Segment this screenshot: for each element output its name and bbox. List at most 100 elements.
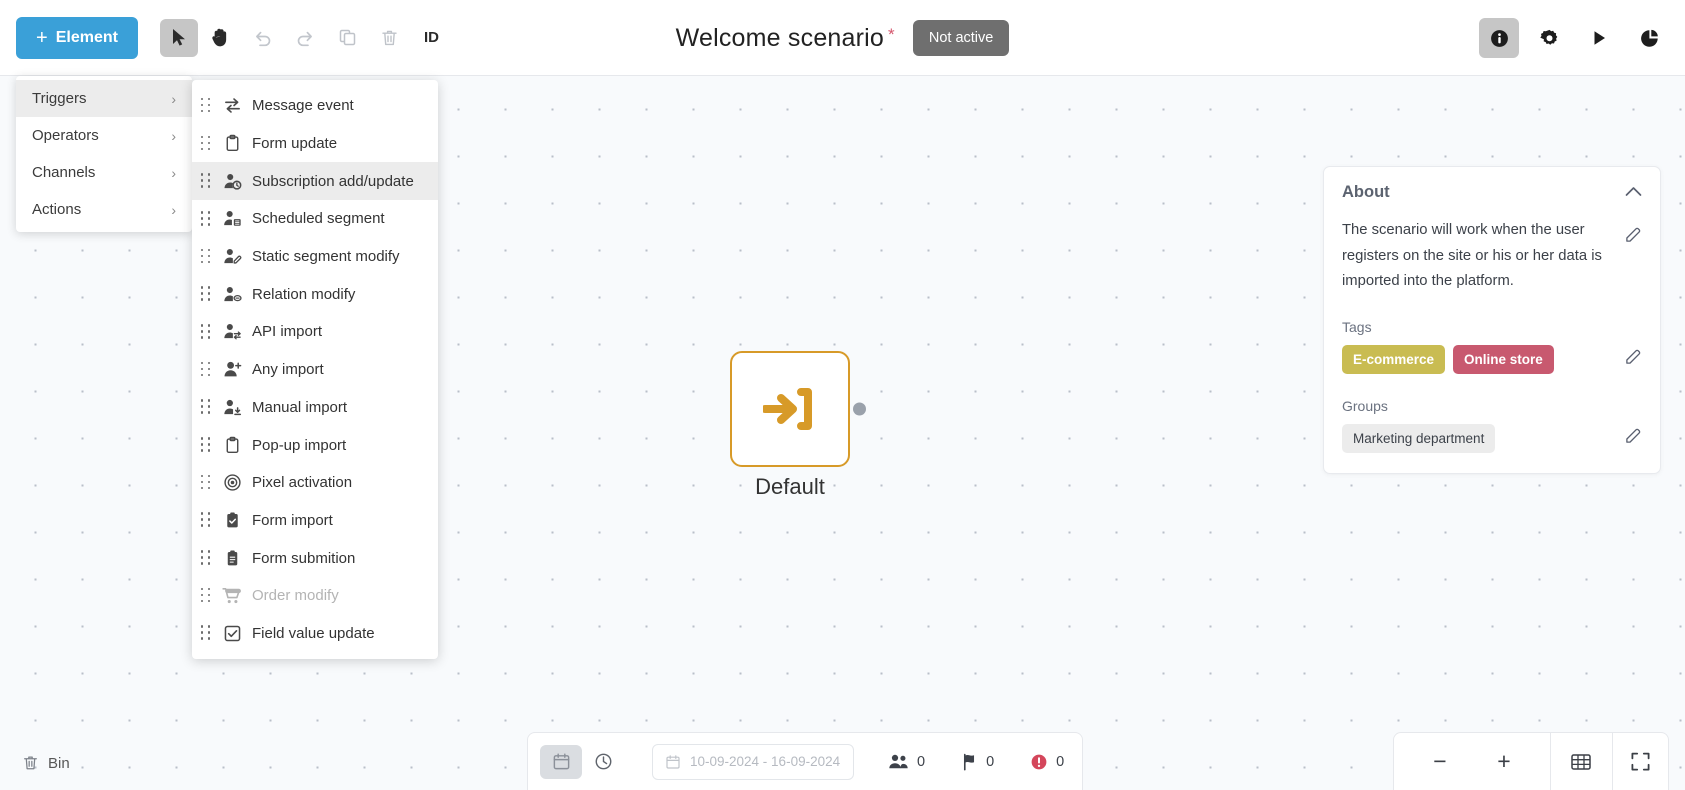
submenu-item-label: Relation modify (252, 285, 356, 303)
id-button[interactable]: ID (424, 29, 439, 46)
target-icon (222, 473, 242, 493)
tags-list: E-commerce Online store (1342, 344, 1642, 374)
about-header: About (1342, 183, 1642, 202)
submenu-item-form-import[interactable]: Form import (192, 502, 438, 540)
bin-drop-target[interactable]: Bin (22, 754, 70, 772)
pie-chart-icon (1640, 29, 1658, 47)
calendar-icon (666, 754, 680, 769)
flag-icon (964, 753, 975, 770)
submenu-item-popup-import[interactable]: Pop-up import (192, 426, 438, 464)
edit-groups-button[interactable] (1625, 427, 1642, 449)
submenu-item-manual-import[interactable]: Manual import (192, 389, 438, 427)
play-icon (1594, 31, 1605, 45)
pan-tool[interactable] (202, 19, 240, 57)
zoom-out-label: − (1433, 748, 1447, 774)
submenu-item-label: API import (252, 323, 323, 341)
tags-label: Tags (1342, 318, 1372, 335)
drag-handle-icon[interactable] (200, 512, 212, 528)
fullscreen-icon (1631, 752, 1650, 771)
submenu-item-api-import[interactable]: API import (192, 313, 438, 351)
menu-item-label: Channels (32, 164, 96, 181)
grid-toggle-button[interactable] (1551, 733, 1613, 790)
drag-handle-icon[interactable] (200, 437, 212, 453)
edit-description-button[interactable] (1625, 226, 1642, 253)
drag-handle-icon[interactable] (200, 210, 212, 227)
menu-item-triggers[interactable]: Triggers › (16, 80, 192, 117)
node-output-port[interactable] (853, 402, 866, 416)
goals-counter: 0 (943, 753, 1012, 771)
clipboard-icon (222, 435, 242, 455)
tag-chip[interactable]: E-commerce (1342, 344, 1446, 374)
copy-icon (339, 29, 355, 46)
grid-icon (1571, 753, 1592, 770)
menu-item-operators[interactable]: Operators › (16, 117, 192, 154)
submenu-item-scheduled-segment[interactable]: Scheduled segment (192, 200, 438, 238)
checkbox-icon (222, 623, 242, 643)
submenu-item-label: Pixel activation (252, 474, 353, 492)
menu-item-channels[interactable]: Channels › (16, 154, 192, 191)
exchange-arrows-icon (222, 96, 242, 116)
about-panel: About The scenario will work when the us… (1323, 166, 1661, 474)
redo-icon (297, 31, 312, 46)
about-description: The scenario will work when the user reg… (1342, 222, 1602, 289)
menu-item-actions[interactable]: Actions › (16, 191, 192, 228)
zoom-in-button[interactable]: + (1482, 750, 1526, 773)
date-range-picker[interactable]: 10-09-2024 - 16-09-2024 (652, 743, 854, 780)
submenu-item-field-value-update[interactable]: Field value update (192, 615, 438, 653)
drag-handle-icon[interactable] (200, 173, 212, 189)
menu-item-label: Actions (32, 201, 82, 218)
drag-handle-icon[interactable] (200, 135, 212, 152)
drag-handle-icon[interactable] (200, 361, 212, 378)
submenu-item-static-segment-modify[interactable]: Static segment modify (192, 238, 438, 276)
page-title: Welcome scenario * (676, 24, 895, 53)
clock-view-button[interactable] (582, 745, 624, 779)
drag-handle-icon[interactable] (200, 286, 212, 302)
drag-handle-icon[interactable] (200, 625, 212, 641)
chevron-right-icon: › (171, 201, 176, 218)
stats-button[interactable] (1629, 18, 1669, 58)
canvas-node-label: Default (755, 474, 825, 499)
submenu-item-subscription-add-update[interactable]: Subscription add/update (192, 162, 438, 201)
submenu-item-form-update[interactable]: Form update (192, 125, 438, 163)
submenu-item-label: Form import (252, 511, 333, 529)
settings-button[interactable] (1529, 18, 1569, 58)
pencil-icon (1626, 428, 1641, 443)
drag-handle-icon[interactable] (200, 248, 212, 265)
submenu-item-any-import[interactable]: Any import (192, 351, 438, 389)
group-chip[interactable]: Marketing department (1342, 423, 1496, 453)
submenu-item-form-submition[interactable]: Form submition (192, 539, 438, 577)
drag-handle-icon[interactable] (200, 97, 212, 114)
user-clock-icon (222, 171, 242, 191)
run-button[interactable] (1579, 18, 1619, 58)
about-description-wrap: The scenario will work when the user reg… (1342, 218, 1642, 295)
submenu-item-label: Any import (252, 361, 324, 379)
cursor-icon (172, 29, 185, 46)
chevron-right-icon: › (171, 90, 176, 107)
redo-tool[interactable] (286, 19, 324, 57)
drag-handle-icon[interactable] (200, 399, 212, 415)
submenu-item-relation-modify[interactable]: Relation modify (192, 275, 438, 313)
info-button[interactable] (1479, 18, 1519, 58)
submenu-item-pixel-activation[interactable]: Pixel activation (192, 464, 438, 502)
menu-item-label: Triggers (32, 90, 87, 107)
add-element-button[interactable]: + Element (16, 16, 138, 59)
drag-handle-icon[interactable] (200, 474, 212, 491)
copy-tool[interactable] (328, 19, 366, 57)
drag-handle-icon[interactable] (200, 323, 212, 340)
canvas-node-default[interactable] (730, 351, 866, 467)
delete-tool[interactable] (370, 19, 408, 57)
status-badge[interactable]: Not active (912, 20, 1010, 56)
calendar-view-button[interactable] (540, 744, 582, 779)
chevron-up-icon[interactable] (1625, 184, 1642, 202)
fullscreen-button[interactable] (1613, 733, 1668, 790)
edit-tags-button[interactable] (1625, 348, 1642, 370)
drag-handle-icon[interactable] (200, 550, 212, 566)
zoom-out-button[interactable]: − (1418, 750, 1462, 773)
trash-icon (381, 30, 397, 45)
contacts-counter-value: 0 (917, 753, 926, 770)
undo-tool[interactable] (244, 19, 282, 57)
gear-icon (1539, 29, 1557, 45)
submenu-item-message-event[interactable]: Message event (192, 87, 438, 125)
tag-chip[interactable]: Online store (1453, 344, 1554, 374)
select-tool[interactable] (160, 18, 198, 57)
